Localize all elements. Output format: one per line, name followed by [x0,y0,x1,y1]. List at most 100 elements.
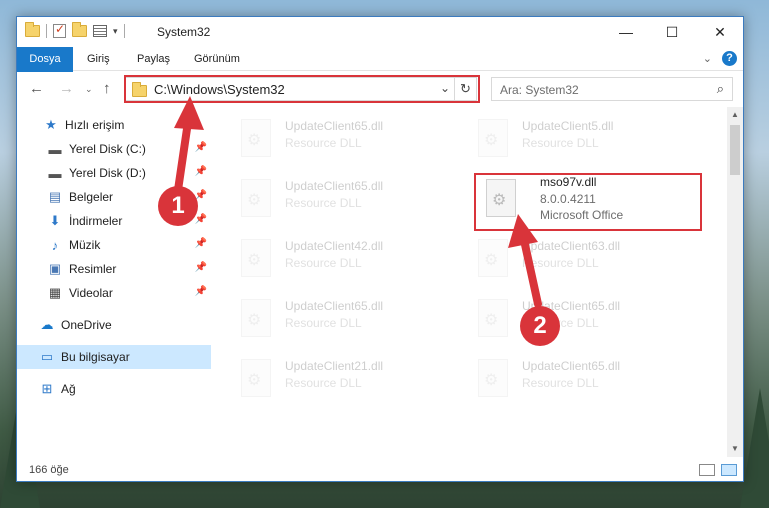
file-highlight-box [474,173,702,231]
search-icon: ⌕ [716,81,724,96]
address-row: ← → ⌄ ↑ C:\Windows\System32 ⌄ ↻ Ara: Sys… [17,72,743,106]
up-arrow-icon[interactable]: ↑ [103,80,111,97]
sidebar-item-label: Hızlı erişim [65,118,125,132]
sidebar-item-this-pc[interactable]: ▭ Bu bilgisayar [17,345,211,369]
pin-icon[interactable]: 📌 [195,166,207,177]
sidebar-item-label: Yerel Disk (C:) [69,142,146,156]
file-item[interactable]: UpdateClient42.dll Resource DLL [217,231,447,287]
window-title: System32 [157,25,211,39]
sidebar-item-label: Ağ [61,382,76,396]
sidebar-item-label: Videolar [69,286,113,300]
ribbon-controls: ⌄ ? [703,51,737,66]
pin-icon[interactable]: 📌 [195,238,207,249]
file-item[interactable]: UpdateClient63.dll Resource DLL [454,231,684,287]
help-icon[interactable]: ? [722,51,737,66]
file-name: UpdateClient5.dll [522,119,614,133]
file-type: Resource DLL [285,136,362,150]
dll-file-icon [478,239,508,277]
tab-home[interactable]: Giriş [77,47,120,71]
sidebar-item-videos[interactable]: ▦ Videolar 📌 [17,281,211,305]
sidebar-item-label: Yerel Disk (D:) [69,166,146,180]
vertical-scrollbar[interactable]: ▲ ▼ [727,107,743,457]
item-count: 166 öğe [29,464,69,476]
expand-ribbon-icon[interactable]: ⌄ [703,52,712,65]
tab-view[interactable]: Görünüm [184,47,250,71]
dll-file-icon [241,179,271,217]
file-item[interactable]: UpdateClient65.dll Resource DLL [454,291,684,347]
title-bar: ▾ System32 — ☐ ✕ [17,17,743,47]
file-item[interactable]: UpdateClient65.dll Resource DLL [454,351,684,407]
star-icon: ★ [45,117,57,132]
sidebar-item-label: Bu bilgisayar [61,350,130,364]
file-name: UpdateClient65.dll [285,299,384,313]
scroll-thumb[interactable] [730,125,740,175]
sidebar-item-onedrive[interactable]: ☁ OneDrive [17,313,211,337]
sidebar-item-disk-d[interactable]: ▬ Yerel Disk (D:) 📌 [17,161,211,185]
pin-icon[interactable]: 📌 [195,142,207,153]
sidebar-item-disk-c[interactable]: ▬ Yerel Disk (C:) 📌 [17,137,211,161]
sidebar-item-quick-access[interactable]: ★ Hızlı erişim [17,113,211,137]
navigation-pane: ★ Hızlı erişim ▬ Yerel Disk (C:) 📌 ▬ Yer… [17,107,211,457]
music-icon: ♪ [51,237,59,253]
pin-icon[interactable]: 📌 [195,262,207,273]
new-folder-icon[interactable] [72,22,87,37]
dll-file-icon [241,239,271,277]
minimize-icon: — [619,24,633,40]
forward-arrow-icon[interactable]: → [59,80,74,97]
file-item[interactable]: UpdateClient65.dll Resource DLL [217,171,447,227]
details-view-icon[interactable] [699,464,715,476]
sidebar-item-label: OneDrive [61,318,112,332]
downloads-icon: ⬇ [49,213,61,228]
dll-file-icon [478,359,508,397]
file-name: UpdateClient63.dll [522,239,621,253]
minimize-button[interactable]: — [603,17,649,47]
background-tree [740,388,769,508]
recent-dropdown-icon[interactable]: ⌄ [85,84,93,95]
documents-icon: ▤ [48,189,62,204]
explorer-window: ▾ System32 — ☐ ✕ Dosya Giriş Paylaş Görü… [16,16,744,482]
file-type: Resource DLL [285,256,362,270]
folder-icon [25,22,40,37]
scroll-down-icon[interactable]: ▼ [727,441,743,457]
file-name: UpdateClient65.dll [285,179,384,193]
pin-icon[interactable]: 📌 [195,214,207,225]
sidebar-item-pictures[interactable]: ▣ Resimler 📌 [17,257,211,281]
properties-check-icon[interactable] [53,22,66,38]
customize-dropdown-icon[interactable]: ▾ [113,26,118,37]
back-arrow-icon[interactable]: ← [29,80,44,97]
file-item[interactable]: UpdateClient65.dll Resource DLL [217,291,447,347]
search-input[interactable]: Ara: System32 ⌕ [491,77,733,101]
file-type: Resource DLL [522,256,599,270]
dll-file-icon [241,299,271,337]
file-item[interactable]: UpdateClient21.dll Resource DLL [217,351,447,407]
tiles-view-icon[interactable] [721,464,737,476]
quick-access-toolbar: ▾ [25,22,125,38]
file-item[interactable]: UpdateClient65.dll Resource DLL [217,111,447,167]
sidebar-item-label: Resimler [69,262,117,276]
maximize-button[interactable]: ☐ [649,17,695,47]
file-type: Resource DLL [285,376,362,390]
drive-icon: ▬ [48,165,62,181]
sidebar-item-music[interactable]: ♪ Müzik 📌 [17,233,211,257]
file-list: UpdateClient65.dll Resource DLL UpdateCl… [217,107,725,457]
network-icon: ⊞ [41,381,53,396]
step-1-badge: 1 [158,186,198,226]
step-2-badge: 2 [520,306,560,346]
pin-icon[interactable]: 📌 [195,286,207,297]
file-type: Resource DLL [522,376,599,390]
sidebar-item-label: İndirmeler [69,214,123,228]
sidebar-item-label: Müzik [69,238,101,252]
scroll-up-icon[interactable]: ▲ [727,107,743,123]
close-button[interactable]: ✕ [697,17,743,47]
file-item[interactable]: UpdateClient5.dll Resource DLL [454,111,684,167]
sidebar-item-network[interactable]: ⊞ Ağ [17,377,211,401]
separator [123,24,125,38]
close-icon: ✕ [714,23,726,40]
search-placeholder: Ara: System32 [500,83,579,97]
properties-icon[interactable] [93,25,107,37]
drive-icon: ▬ [48,141,62,157]
tab-share[interactable]: Paylaş [127,47,180,71]
file-name: UpdateClient65.dll [285,119,384,133]
computer-icon: ▭ [40,349,54,364]
ribbon: Dosya Giriş Paylaş Görünüm ⌄ ? [17,47,743,103]
